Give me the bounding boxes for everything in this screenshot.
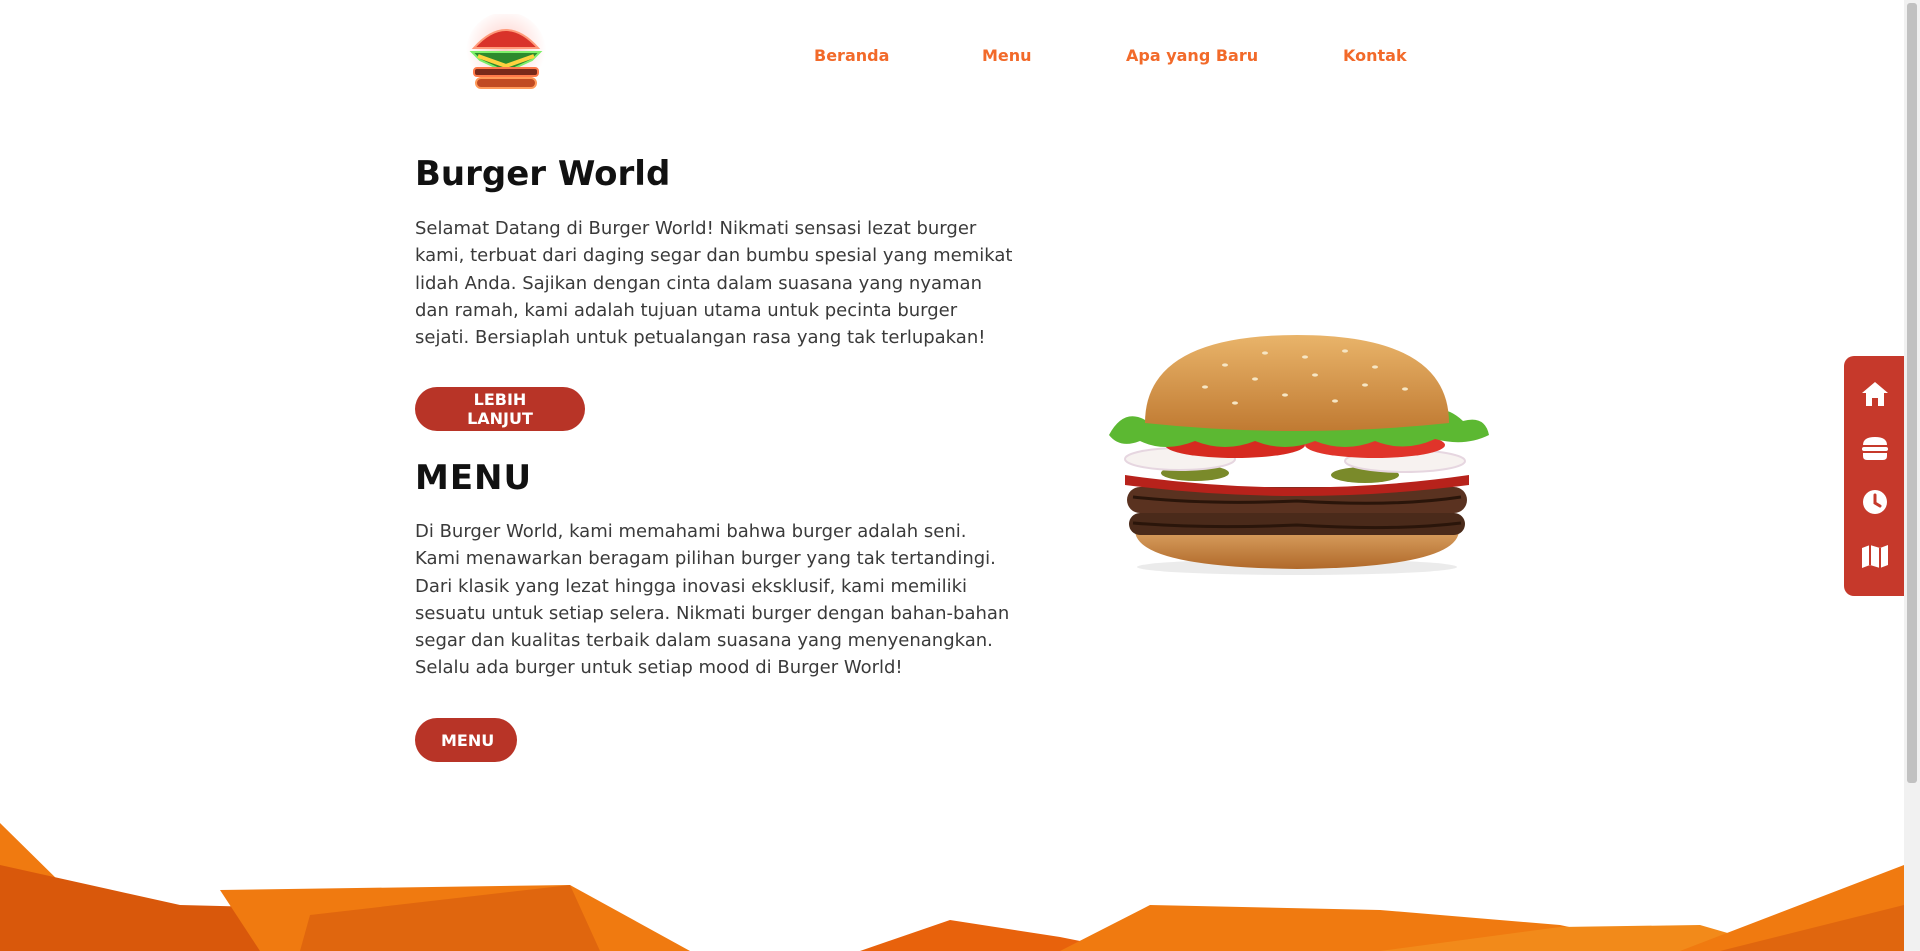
scrollbar-thumb[interactable] xyxy=(1907,3,1917,783)
burger-icon[interactable] xyxy=(1859,432,1891,464)
menu-button[interactable]: MENU xyxy=(415,718,517,762)
decorative-waves xyxy=(0,823,1904,951)
nav-apa-yang-baru[interactable]: Apa yang Baru xyxy=(1126,46,1258,65)
home-icon[interactable] xyxy=(1859,378,1891,410)
nav-menu[interactable]: Menu xyxy=(982,46,1032,65)
lebih-lanjut-button[interactable]: LEBIH LANJUT xyxy=(415,387,585,431)
main-nav: Beranda Menu Apa yang Baru Kontak xyxy=(0,46,1920,70)
clock-icon[interactable] xyxy=(1859,486,1891,518)
side-nav xyxy=(1844,356,1906,596)
burger-image xyxy=(1109,335,1489,575)
map-icon[interactable] xyxy=(1859,540,1891,572)
nav-kontak[interactable]: Kontak xyxy=(1343,46,1407,65)
scrollbar[interactable] xyxy=(1904,0,1920,951)
hero-text: Selamat Datang di Burger World! Nikmati … xyxy=(415,218,1013,349)
nav-beranda[interactable]: Beranda xyxy=(814,46,889,65)
hero-title: Burger World xyxy=(415,154,671,194)
menu-section-text: Di Burger World, kami memahami bahwa bur… xyxy=(415,521,1010,679)
menu-section-title: MENU xyxy=(415,458,533,498)
